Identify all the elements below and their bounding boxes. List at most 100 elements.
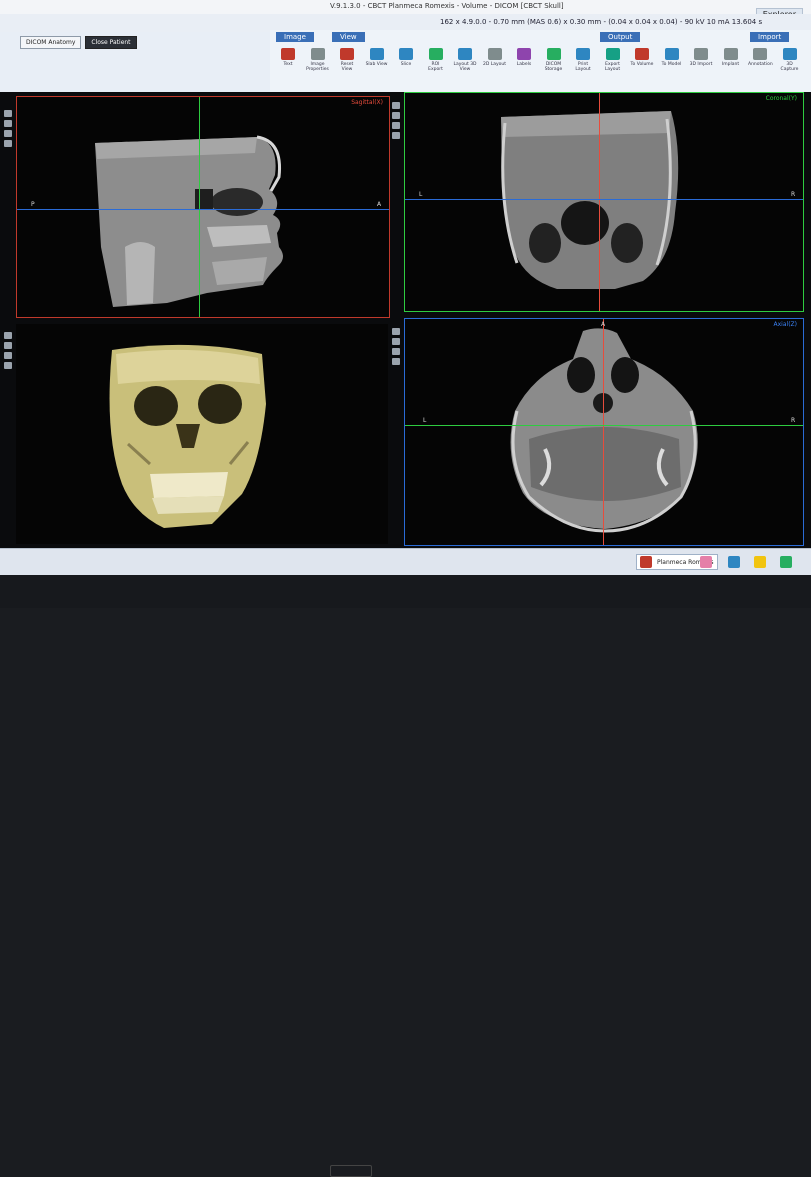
- ribbon-button[interactable]: Layout 3D View: [453, 48, 477, 72]
- sagittal-coronal-line[interactable]: [199, 97, 200, 317]
- capture-icon: [782, 48, 797, 60]
- ribbon-button[interactable]: 3D Capture: [778, 48, 802, 72]
- roi-icon: [428, 48, 443, 60]
- edge-icon[interactable]: [728, 556, 740, 568]
- text-icon: [281, 48, 295, 60]
- annotation-icon: [753, 48, 767, 60]
- pan-tool-icon[interactable]: [4, 120, 12, 127]
- ribbon-button[interactable]: 3D Import: [689, 48, 713, 67]
- axial-coronal-line[interactable]: [405, 425, 803, 426]
- tab-output[interactable]: Output: [600, 32, 641, 42]
- ribbon-button[interactable]: Reset View: [335, 48, 359, 72]
- ribbon-button-label: Text: [283, 62, 293, 67]
- coronal-sagittal-line[interactable]: [599, 93, 600, 311]
- chrome-icon[interactable]: [780, 556, 792, 568]
- coronal-toolstrip: [392, 102, 402, 142]
- properties-icon: [310, 48, 325, 60]
- dicom-anatomy-button[interactable]: DICOM Anatomy: [20, 36, 82, 49]
- ribbon-button-label: ROI Export: [428, 62, 443, 72]
- axial-left-label: L: [423, 417, 427, 424]
- ribbon-button[interactable]: Export Layout: [601, 48, 625, 72]
- romexis-icon: [640, 556, 652, 568]
- folder-icon[interactable]: [754, 556, 766, 568]
- ribbon-button-label: Annotation: [748, 62, 773, 67]
- ribbon-button[interactable]: Labels: [512, 48, 536, 67]
- ribbon-button-label: DICOM Storage: [544, 62, 563, 72]
- ribbon-button[interactable]: ROI Export: [424, 48, 448, 72]
- volume-info-text: 162 x 4.9.0.0 - 0.70 mm (MAS 0.6) x 0.30…: [440, 18, 763, 26]
- ribbon-button[interactable]: Print Layout: [571, 48, 595, 72]
- ribbon-button[interactable]: DICOM Storage: [542, 48, 566, 72]
- ribbon-button[interactable]: Image Properties: [306, 48, 330, 72]
- tab-view[interactable]: View: [332, 32, 365, 42]
- render-toolstrip: [4, 332, 14, 372]
- window-title: V.9.1.3.0 - CBCT Planmeca Romexis - Volu…: [330, 2, 564, 10]
- close-patient-button[interactable]: Close Patient: [85, 36, 137, 49]
- contrast-tool-icon[interactable]: [4, 140, 12, 147]
- axial-sagittal-line[interactable]: [603, 319, 604, 545]
- axial-toolstrip: [392, 328, 402, 368]
- measure-tool-icon[interactable]: [392, 122, 400, 129]
- skull-3d-model: [109, 344, 267, 528]
- slab-icon: [369, 48, 384, 60]
- zoom-tool-icon[interactable]: [392, 102, 400, 109]
- 3dimport-icon: [694, 48, 708, 60]
- zoom-tool-icon[interactable]: [392, 328, 400, 335]
- ribbon-button[interactable]: Text: [276, 48, 300, 67]
- labels-icon: [517, 48, 531, 60]
- contrast-tool-icon[interactable]: [392, 358, 400, 365]
- ribbon-button-label: To Model: [661, 62, 682, 67]
- ribbon-button-label: Implant: [721, 62, 740, 67]
- ribbon-button[interactable]: Slab View: [365, 48, 389, 67]
- viewport-area: Sagittal(X) P A Coronal(Y) L R Axial(Z) …: [0, 92, 811, 552]
- ribbon-button-label: Labels: [516, 62, 532, 67]
- patient-buttons: DICOM Anatomy Close Patient: [20, 36, 137, 49]
- monitor-bezel: [0, 575, 811, 1177]
- slice-icon: [399, 48, 413, 60]
- reset-icon: [340, 48, 354, 60]
- pan-tool-icon[interactable]: [4, 342, 12, 349]
- ribbon-button-label: Slice: [400, 62, 412, 67]
- coronal-left-label: L: [419, 191, 423, 198]
- ribbon-toolbar: Image View Output Import Text Image Prope…: [270, 30, 811, 93]
- app-icon[interactable]: [700, 556, 712, 568]
- zoom-tool-icon[interactable]: [4, 110, 12, 117]
- contrast-tool-icon[interactable]: [392, 132, 400, 139]
- coronal-image: [501, 111, 679, 289]
- ribbon-button[interactable]: Implant: [719, 48, 743, 67]
- title-bar: V.9.1.3.0 - CBCT Planmeca Romexis - Volu…: [0, 0, 811, 21]
- measure-tool-icon[interactable]: [392, 348, 400, 355]
- ribbon-button[interactable]: 2D Layout: [483, 48, 507, 67]
- ribbon-button-label: Export Layout: [604, 62, 621, 72]
- ribbon-items: Text Image Properties Reset View Slab View S…: [270, 46, 811, 90]
- sagittal-right-label: A: [377, 201, 382, 208]
- export-icon: [605, 48, 620, 60]
- sagittal-view[interactable]: Sagittal(X) P A: [16, 96, 390, 318]
- clip-tool-icon[interactable]: [4, 352, 12, 359]
- ribbon-button-label: Image Properties: [306, 62, 329, 72]
- coronal-view[interactable]: Coronal(Y) L R: [404, 92, 804, 312]
- ribbon-button-label: Print Layout: [575, 62, 591, 72]
- ribbon-button-label: 3D Capture: [780, 62, 799, 72]
- axial-image: [510, 328, 698, 533]
- ribbon-button[interactable]: To Model: [660, 48, 684, 67]
- ribbon-button[interactable]: To Volume: [630, 48, 654, 67]
- tab-import[interactable]: Import: [750, 32, 790, 42]
- ribbon-button[interactable]: Annotation: [748, 48, 773, 67]
- monitor-logo: [330, 1165, 372, 1177]
- coronal-axial-line[interactable]: [405, 199, 803, 200]
- light-tool-icon[interactable]: [4, 362, 12, 369]
- sagittal-toolstrip: [4, 110, 14, 150]
- pan-tool-icon[interactable]: [392, 112, 400, 119]
- implant-icon: [723, 48, 738, 60]
- ribbon-button-label: To Volume: [630, 62, 654, 67]
- measure-tool-icon[interactable]: [4, 130, 12, 137]
- axial-view[interactable]: Axial(Z) A L R: [404, 318, 804, 546]
- 3d-render-view[interactable]: [16, 324, 388, 544]
- sagittal-axial-line[interactable]: [17, 209, 389, 210]
- ribbon-button-label: 2D Layout: [482, 62, 507, 67]
- ribbon-button[interactable]: Slice: [394, 48, 418, 67]
- tab-image[interactable]: Image: [276, 32, 314, 42]
- rotate-tool-icon[interactable]: [4, 332, 12, 339]
- pan-tool-icon[interactable]: [392, 338, 400, 345]
